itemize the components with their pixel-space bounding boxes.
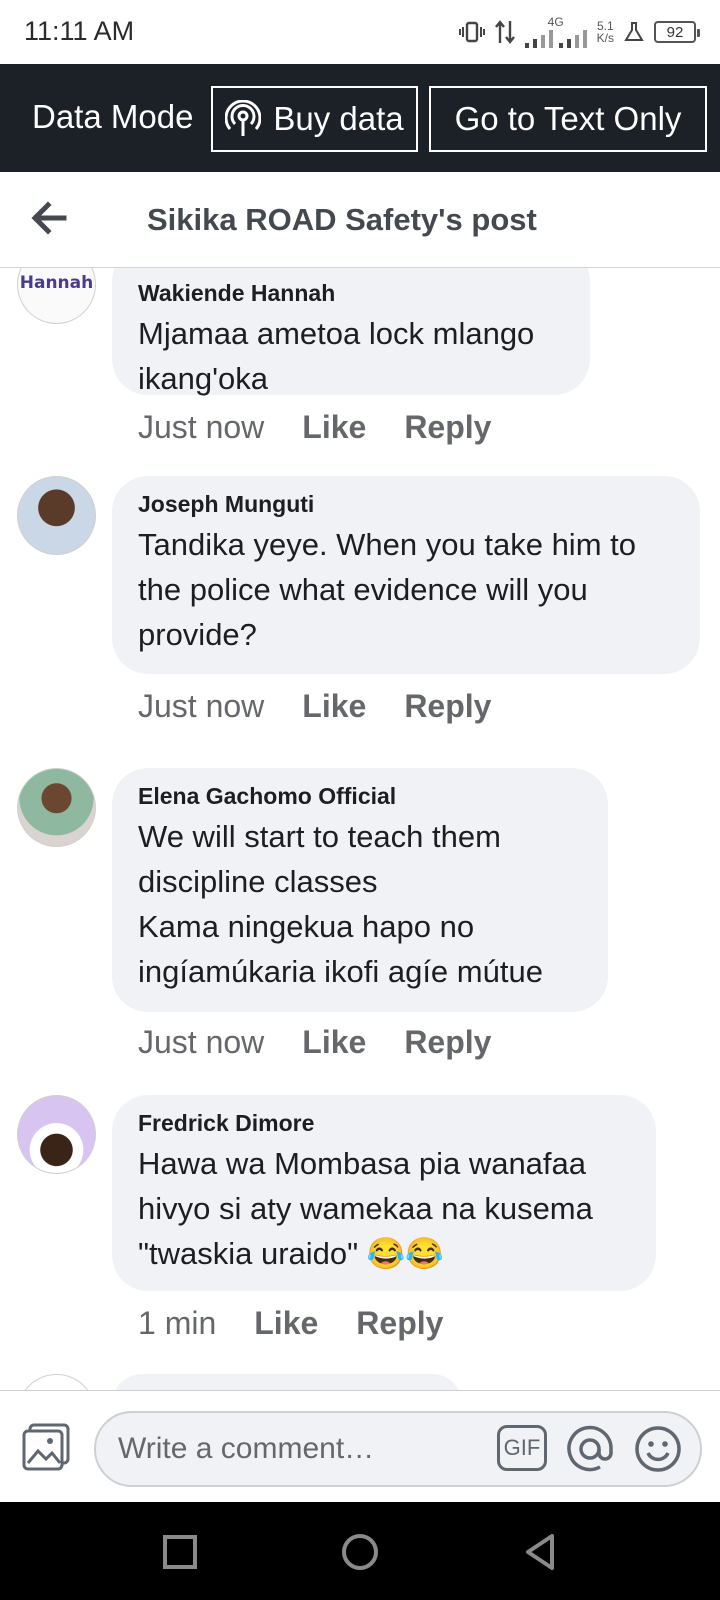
- signal-icon: [524, 30, 587, 48]
- comment-author[interactable]: Wakiende Hannah: [138, 275, 564, 311]
- comment-bubble: Fredrick Dimore Hawa wa Mombasa pia wana…: [112, 1095, 656, 1291]
- comment-actions: Just now Like Reply: [138, 1024, 491, 1061]
- comment-text: Tandika yeye. When you take him to the p…: [138, 527, 636, 652]
- data-mode-label: Data Mode: [32, 98, 194, 135]
- comment-time[interactable]: Just now: [138, 688, 264, 725]
- like-button[interactable]: Like: [302, 409, 366, 446]
- vibrate-icon: [458, 21, 485, 43]
- comment-actions: Just now Like Reply: [138, 688, 491, 725]
- avatar[interactable]: [17, 768, 96, 847]
- like-button[interactable]: Like: [302, 1024, 366, 1061]
- avatar[interactable]: [17, 476, 96, 555]
- reply-button[interactable]: Reply: [404, 688, 491, 725]
- comment-time[interactable]: Just now: [138, 1024, 264, 1061]
- avatar-label: Hannah: [19, 273, 94, 293]
- net-speed: 5.1 K/s: [597, 20, 614, 44]
- data-mode-banner: Data Mode Buy data Go to Text Only: [0, 64, 720, 172]
- avatar[interactable]: [17, 1095, 96, 1174]
- system-nav-bar: [0, 1502, 720, 1600]
- back-arrow-icon[interactable]: [28, 198, 68, 238]
- signal-1: 4G: [524, 15, 587, 48]
- comment-time[interactable]: 1 min: [138, 1305, 216, 1342]
- avatar[interactable]: [17, 1374, 96, 1390]
- comment-text: We will start to teach them discipline c…: [138, 819, 543, 989]
- comment-actions: Just now Like Reply: [138, 409, 491, 446]
- comment-author[interactable]: Elena Gachomo Official: [138, 778, 582, 814]
- comment-text: Mjamaa ametoa lock mlango ikang'oka: [138, 316, 535, 396]
- net-speed-unit: K/s: [596, 31, 614, 45]
- recents-icon[interactable]: [158, 1530, 202, 1574]
- battery-level: 92: [666, 23, 684, 41]
- comment-text: Hawa wa Mombasa pia wanafaa hivyo si aty…: [138, 1146, 593, 1271]
- page-title: Sikika ROAD Safety's post: [147, 202, 537, 237]
- status-icons: 4G 5.1 K/s 92: [458, 14, 700, 50]
- emoji-icon[interactable]: [634, 1425, 682, 1473]
- status-bar: 11:11 AM 4G 5.1 K/s 92: [0, 0, 720, 64]
- reply-button[interactable]: Reply: [404, 1024, 491, 1061]
- comment-bubble: Elena Gachomo Official We will start to …: [112, 768, 608, 1012]
- gif-button[interactable]: GIF: [497, 1425, 547, 1471]
- back-icon[interactable]: [518, 1530, 562, 1574]
- comments-list: Hannah Wakiende Hannah Mjamaa ametoa loc…: [0, 268, 720, 1390]
- mention-icon[interactable]: [566, 1425, 614, 1473]
- post-header: Sikika ROAD Safety's post: [0, 172, 720, 268]
- comment-author[interactable]: Fredrick Dimore: [138, 1105, 630, 1141]
- buy-data-button[interactable]: Buy data: [211, 86, 418, 152]
- comment-bubble: [112, 1374, 462, 1390]
- like-button[interactable]: Like: [302, 688, 366, 725]
- reply-button[interactable]: Reply: [356, 1305, 443, 1342]
- reply-button[interactable]: Reply: [404, 409, 491, 446]
- network-type: 4G: [547, 15, 564, 29]
- comment-author[interactable]: Joseph Munguti: [138, 486, 674, 522]
- home-icon[interactable]: [338, 1530, 382, 1574]
- like-button[interactable]: Like: [254, 1305, 318, 1342]
- comment-actions: 1 min Like Reply: [138, 1305, 443, 1342]
- comment-bubble: Wakiende Hannah Mjamaa ametoa lock mlang…: [112, 268, 590, 396]
- status-time: 11:11 AM: [24, 16, 135, 46]
- photo-icon[interactable]: [20, 1421, 72, 1473]
- broadcast-icon: [225, 100, 262, 136]
- text-only-button[interactable]: Go to Text Only: [429, 86, 707, 152]
- gif-label: GIF: [503, 1435, 541, 1460]
- comment-composer: GIF: [0, 1390, 720, 1502]
- lab-flask-icon: [624, 22, 644, 41]
- comment-time[interactable]: Just now: [138, 409, 264, 446]
- comment-bubble: Joseph Munguti Tandika yeye. When you ta…: [112, 476, 700, 674]
- avatar[interactable]: Hannah: [17, 268, 96, 324]
- buy-data-label: Buy data: [273, 100, 404, 137]
- text-only-label: Go to Text Only: [454, 100, 682, 137]
- data-arrows-icon: [494, 20, 515, 44]
- battery-icon: 92: [654, 21, 700, 43]
